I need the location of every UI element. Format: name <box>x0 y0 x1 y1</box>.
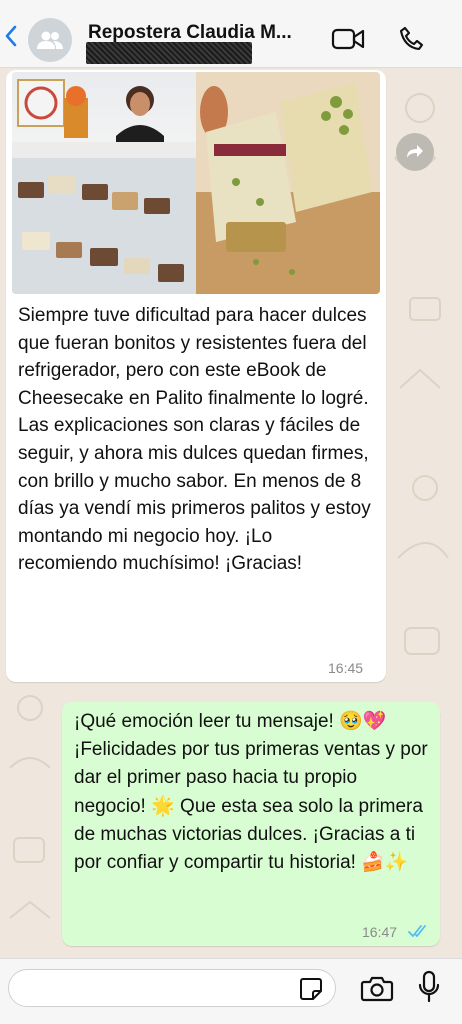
woman-display-case-illustration <box>12 79 196 294</box>
forward-button[interactable] <box>396 133 434 171</box>
video-call-icon <box>331 28 365 50</box>
forward-arrow-icon <box>407 145 423 158</box>
pistachio-cheesecake-photo[interactable] <box>196 72 380 294</box>
incoming-message-bubble[interactable]: Siempre tuve dificultad para hacer dulce… <box>6 70 386 682</box>
incoming-message-time: 16:45 <box>328 660 364 676</box>
incoming-message-text: Siempre tuve dificultad para hacer dulce… <box>18 305 371 575</box>
contact-avatar[interactable] <box>28 18 72 62</box>
contact-name[interactable]: Repostera Claudia M... <box>88 22 318 44</box>
message-input[interactable] <box>8 969 336 1007</box>
voice-call-button[interactable] <box>394 24 430 54</box>
composer-bar <box>0 958 462 1024</box>
chat-header: Repostera Claudia M... <box>0 0 462 68</box>
redacted-status-bar <box>86 42 252 64</box>
camera-icon[interactable] <box>360 973 394 1003</box>
cheesecake-illustration <box>196 72 380 294</box>
woman-behind-display-case-photo[interactable] <box>12 72 196 294</box>
video-call-button[interactable] <box>330 24 366 54</box>
avatar-group-icon <box>37 31 63 49</box>
outgoing-message-bubble[interactable]: ¡Qué emoción leer tu mensaje! 🥹💖 ¡Felici… <box>62 702 440 946</box>
microphone-icon[interactable] <box>418 970 440 1004</box>
outgoing-message-time: 16:47 <box>362 924 398 940</box>
sticker-icon[interactable] <box>298 976 324 1002</box>
read-receipt-double-check-icon <box>408 925 426 937</box>
back-arrow-icon[interactable] <box>4 24 18 48</box>
outgoing-message-text: ¡Qué emoción leer tu mensaje! 🥹💖 ¡Felici… <box>74 711 428 874</box>
phone-call-icon <box>399 26 424 51</box>
